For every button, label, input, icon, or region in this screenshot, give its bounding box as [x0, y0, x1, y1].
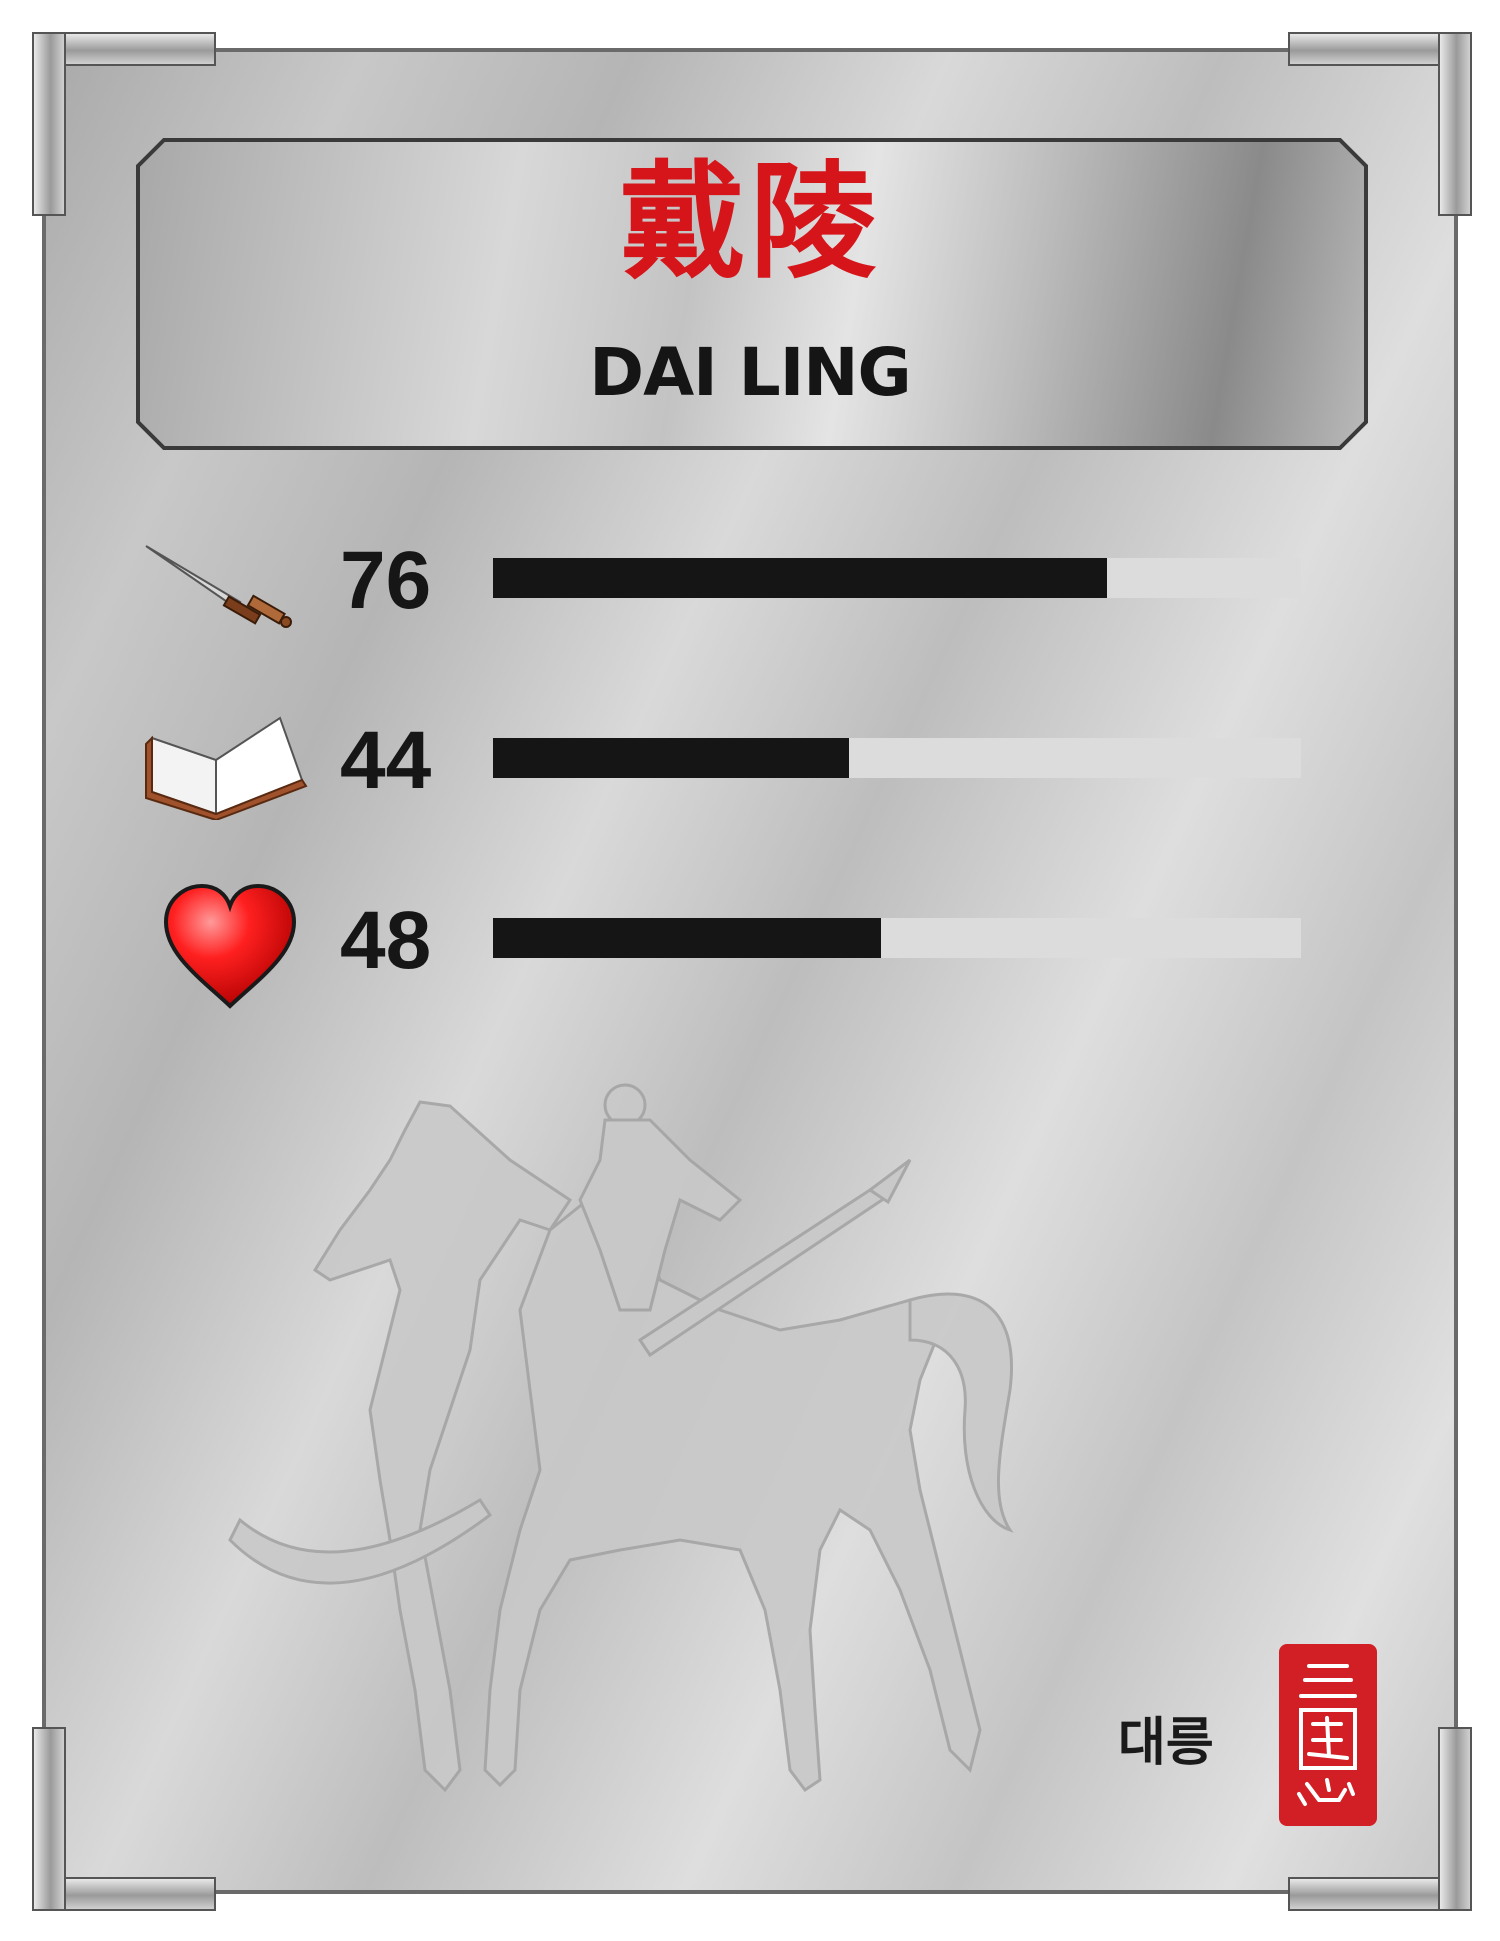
- seal-calligraphy: [1297, 1664, 1357, 1806]
- intelligence-value: 44: [340, 715, 432, 806]
- horse-rider-silhouette: [228, 1083, 1014, 1793]
- health-bar-fill: [493, 918, 881, 958]
- strength-bar-track: [493, 558, 1301, 598]
- strength-value: 76: [340, 535, 432, 626]
- health-bar-track: [493, 918, 1301, 958]
- strength-bar-fill: [493, 558, 1108, 598]
- sword-icon: [145, 545, 292, 628]
- character-name-korean: 대릉: [1118, 1713, 1214, 1773]
- stat-row-intelligence: 44: [0, 715, 1500, 840]
- sankokushi-seal: [1279, 1644, 1377, 1826]
- health-value: 48: [340, 895, 432, 986]
- character-name-english: DAI LING: [589, 334, 911, 411]
- book-icon: [145, 716, 308, 820]
- stat-row-strength: 76: [0, 540, 1500, 660]
- character-name-chinese: 戴陵: [620, 149, 880, 296]
- intelligence-bar-fill: [493, 738, 849, 778]
- heart-icon: [163, 883, 297, 1009]
- corner-bracket-bottom-left: [32, 1727, 216, 1911]
- stat-row-health: 48: [0, 883, 1500, 1020]
- intelligence-bar-track: [493, 738, 1301, 778]
